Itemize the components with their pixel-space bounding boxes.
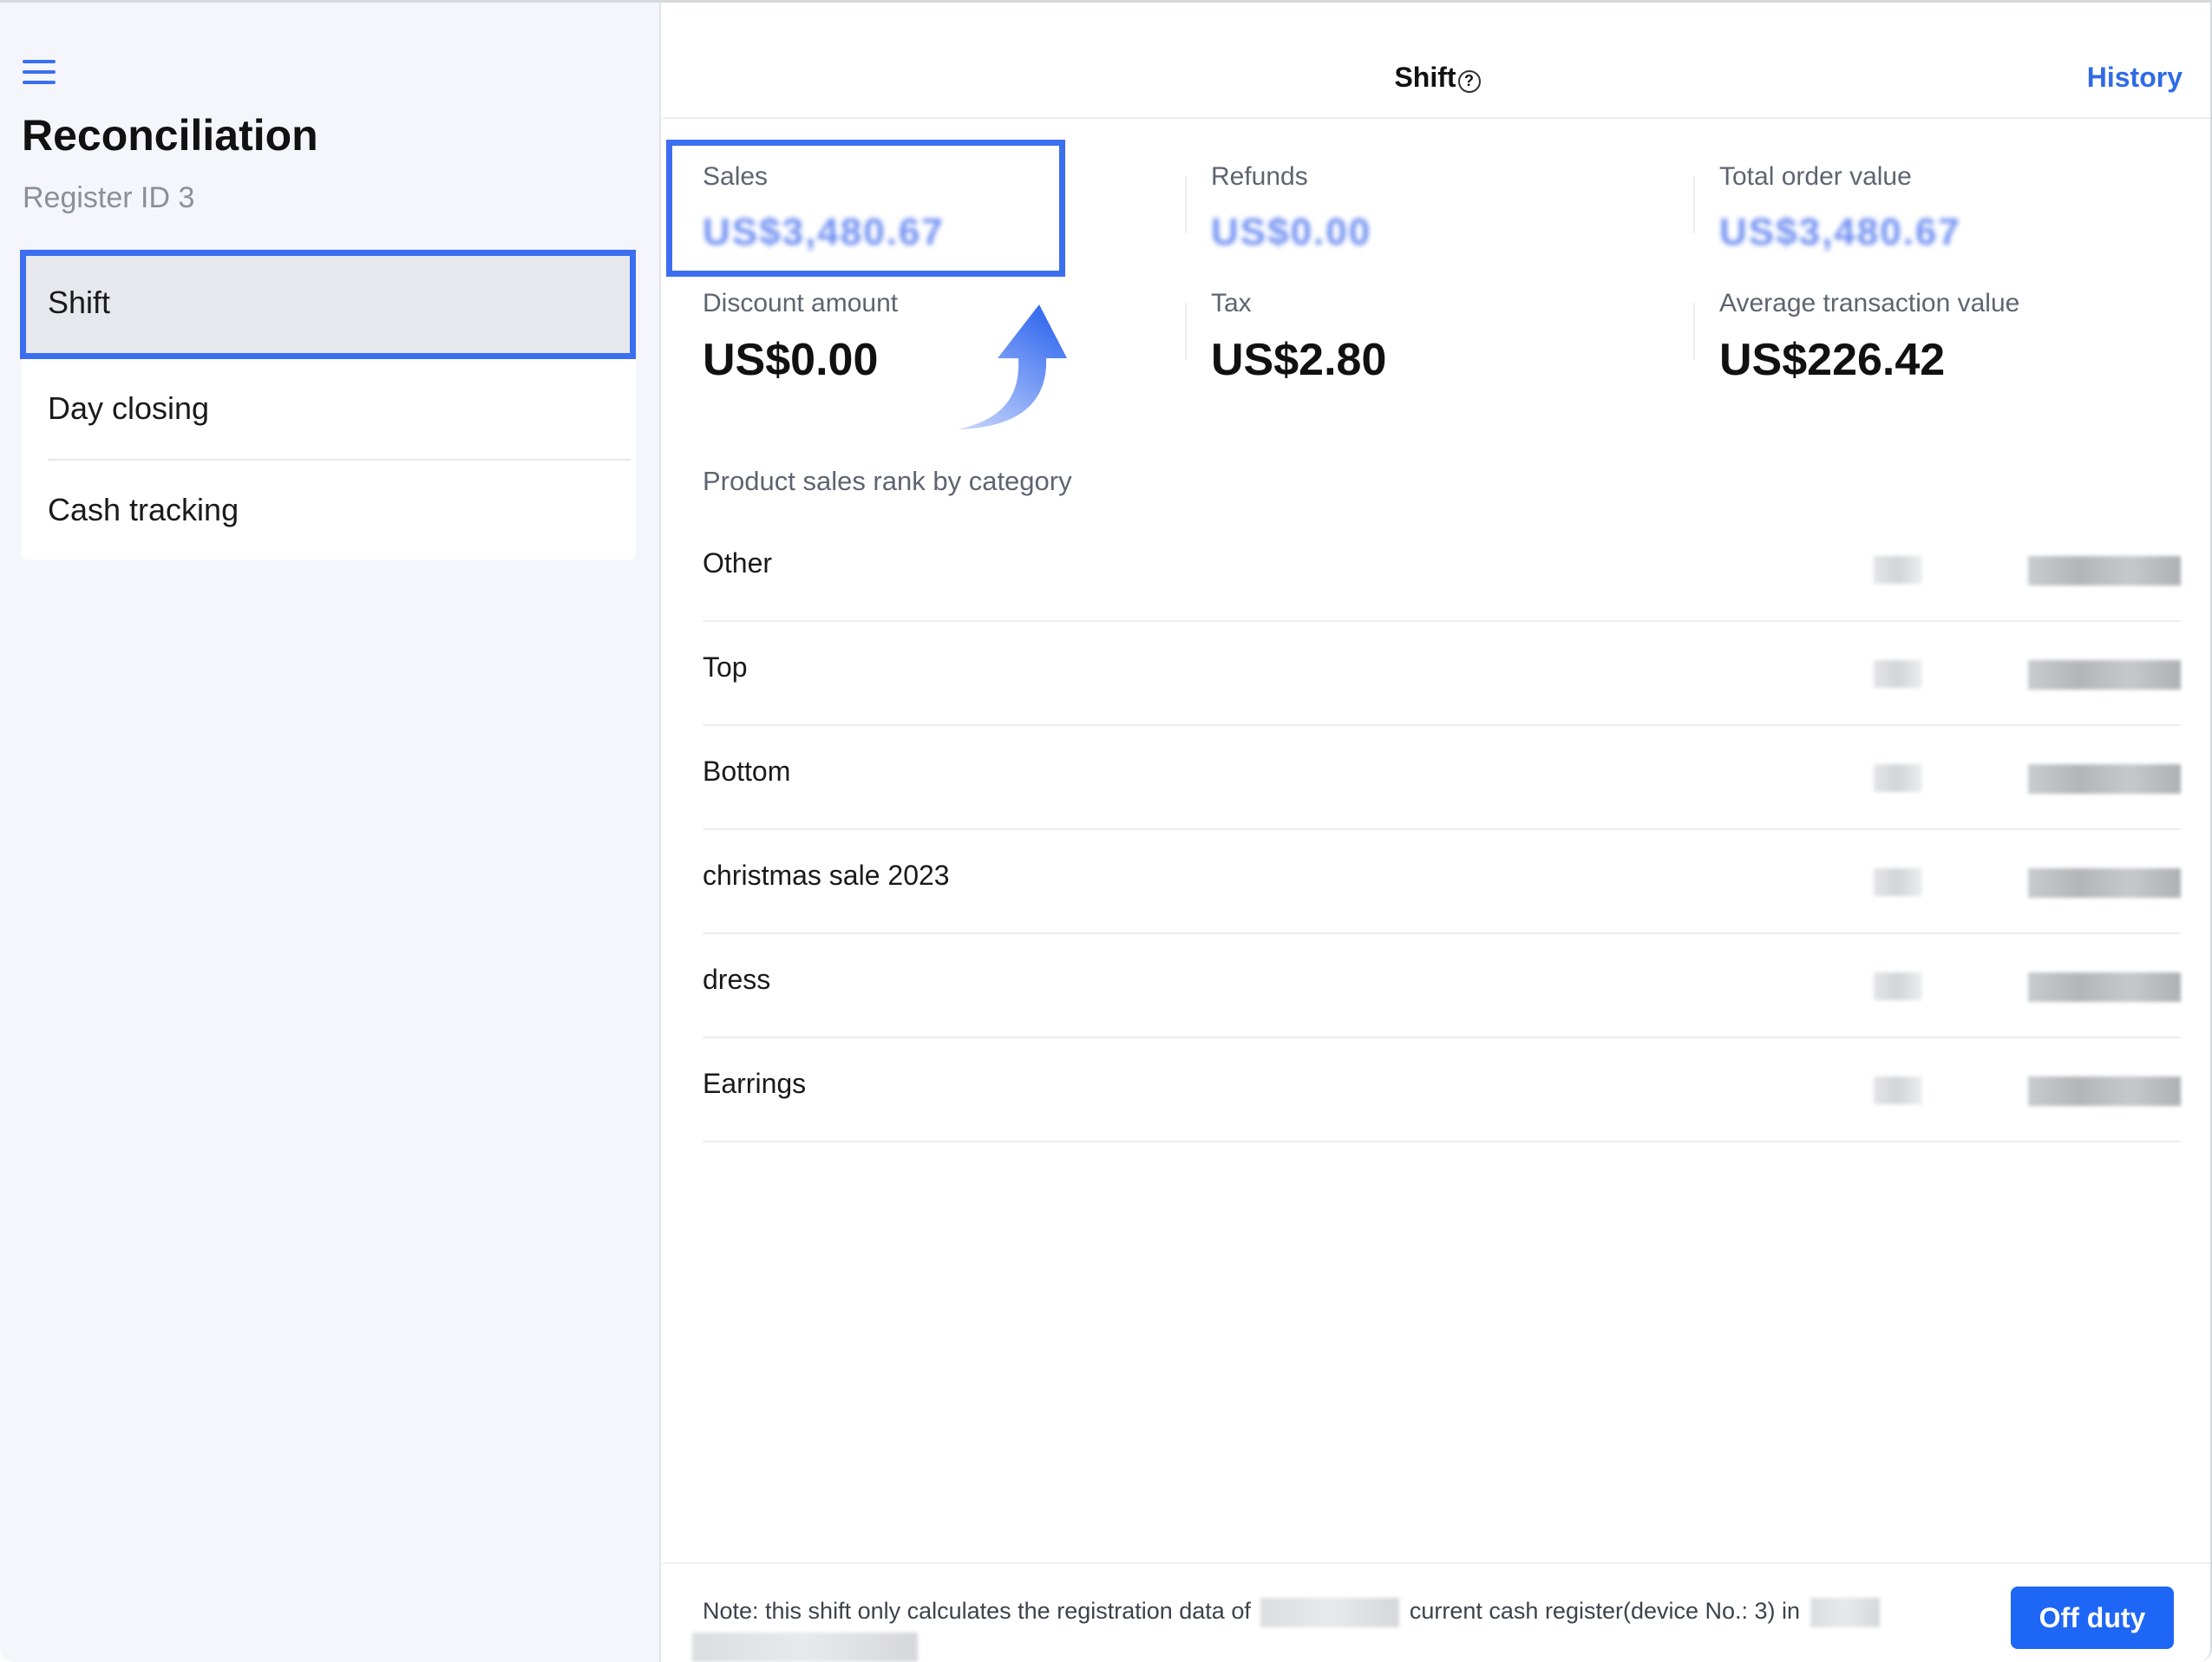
ranking-category-name: Top xyxy=(703,651,748,683)
redacted-quantity xyxy=(1874,972,1922,1000)
sidebar-item-shift[interactable]: Shift xyxy=(22,249,636,357)
top-bar: Shift? History xyxy=(663,3,2210,119)
redacted-amount xyxy=(2028,660,2181,690)
stat-value: US$0.00 xyxy=(1211,211,1372,253)
redacted-amount xyxy=(2028,764,2181,794)
arrow-up-icon xyxy=(958,304,1067,429)
ranking-row: christmas sale 2023 xyxy=(703,830,2181,934)
footer-note-text: current cash register(device No.: 3) in xyxy=(1409,1598,1801,1624)
footer-note-text: Note: this shift only calculates the reg… xyxy=(703,1598,1251,1624)
stat-label: Sales xyxy=(703,162,769,191)
ranking-category-name: dress xyxy=(703,964,771,995)
stat-label: Tax xyxy=(1211,289,1252,317)
redacted-amount xyxy=(2028,1076,2181,1106)
stat-value: US$2.80 xyxy=(1211,335,1387,385)
stat-sales: Sales US$3,480.67 xyxy=(703,162,1154,254)
redacted-quantity xyxy=(1874,1076,1922,1104)
redacted-amount xyxy=(2028,868,2181,898)
sidebar-item-label: Cash tracking xyxy=(48,492,239,527)
redacted-quantity xyxy=(1874,556,1922,584)
stat-label: Discount amount xyxy=(703,289,899,317)
ranking-row: Top xyxy=(703,622,2181,726)
stat-total-order-value: Total order value US$3,480.67 xyxy=(1719,162,2170,254)
stat-discount-amount: Discount amount US$0.00 xyxy=(703,289,1154,386)
redacted-amount xyxy=(2028,556,2181,586)
sidebar-nav: Shift Day closing Cash tracking xyxy=(22,249,636,559)
hamburger-menu-icon[interactable] xyxy=(23,60,56,86)
sidebar-title: Reconciliation xyxy=(22,111,318,160)
register-id: Register ID 3 xyxy=(23,181,195,214)
stat-divider xyxy=(1693,303,1695,360)
redacted-value xyxy=(1810,1597,1880,1627)
stat-average-transaction-value: Average transaction value US$226.42 xyxy=(1719,289,2170,386)
ranking-row: Other xyxy=(703,518,2181,622)
stat-value: US$226.42 xyxy=(1719,335,1946,385)
redacted-quantity xyxy=(1874,868,1922,896)
sidebar-item-cash-tracking[interactable]: Cash tracking xyxy=(22,461,636,559)
page-title: Shift? xyxy=(663,62,2210,94)
redacted-value xyxy=(1260,1597,1400,1627)
stat-value: US$3,480.67 xyxy=(703,211,945,253)
stat-tax: Tax US$2.80 xyxy=(1211,289,1662,386)
sidebar: Reconciliation Register ID 3 Shift Day c… xyxy=(0,3,661,1662)
stat-divider xyxy=(1185,176,1187,233)
page-title-text: Shift xyxy=(1394,62,1456,93)
ranking-category-name: christmas sale 2023 xyxy=(703,860,950,891)
off-duty-button[interactable]: Off duty xyxy=(2011,1587,2174,1649)
stat-divider xyxy=(1693,176,1695,233)
ranking-section-label: Product sales rank by category xyxy=(703,466,1072,496)
sidebar-item-label: Day closing xyxy=(48,390,210,426)
sidebar-item-day-closing[interactable]: Day closing xyxy=(22,357,636,461)
ranking-category-name: Earrings xyxy=(703,1068,807,1099)
stat-value: US$0.00 xyxy=(703,335,879,385)
stat-label: Average transaction value xyxy=(1719,289,2020,317)
history-link[interactable]: History xyxy=(2087,62,2183,94)
redacted-quantity xyxy=(1874,764,1922,792)
stat-divider xyxy=(1185,303,1187,360)
ranking-row: Earrings xyxy=(703,1038,2181,1142)
stat-refunds: Refunds US$0.00 xyxy=(1211,162,1662,254)
help-icon[interactable]: ? xyxy=(1457,70,1481,93)
ranking-row: Bottom xyxy=(703,726,2181,830)
ranking-category-name: Bottom xyxy=(703,756,791,787)
stat-label: Total order value xyxy=(1719,162,1912,191)
ranking-category-name: Other xyxy=(703,547,773,579)
stat-label: Refunds xyxy=(1211,162,1308,191)
redacted-amount xyxy=(2028,972,2181,1002)
sidebar-item-label: Shift xyxy=(48,285,111,320)
app-window: Reconciliation Register ID 3 Shift Day c… xyxy=(0,0,2212,1662)
footer-note: Note: this shift only calculates the reg… xyxy=(692,1593,1917,1662)
redacted-quantity xyxy=(1874,660,1922,688)
main-panel: Shift? History Sales US$3,480.67 Refunds… xyxy=(663,3,2210,1662)
redacted-value xyxy=(692,1632,918,1662)
stat-value: US$3,480.67 xyxy=(1719,211,1961,253)
ranking-row: dress xyxy=(703,934,2181,1038)
footer-bar: Note: this shift only calculates the reg… xyxy=(663,1562,2210,1662)
